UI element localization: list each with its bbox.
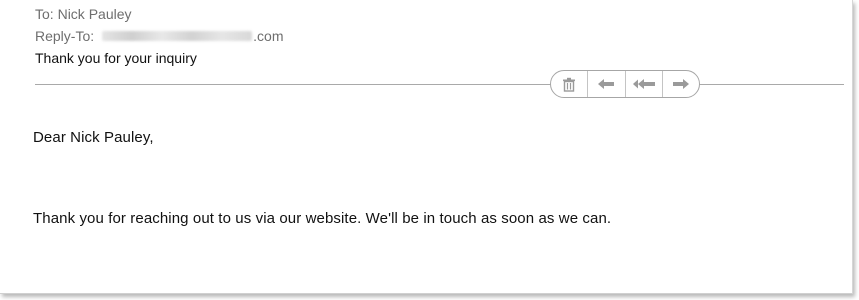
message-greeting: Dear Nick Pauley,	[33, 129, 154, 146]
header-divider	[35, 84, 844, 85]
to-label: To:	[35, 6, 54, 22]
delete-button[interactable]	[551, 71, 589, 97]
to-recipient[interactable]: Nick Pauley	[58, 6, 132, 22]
reply-all-button[interactable]	[626, 71, 663, 97]
forward-arrow-icon	[672, 79, 689, 89]
reply-all-arrow-icon	[632, 79, 655, 89]
email-message-view: To: Nick Pauley Reply-To: .com Thank you …	[0, 0, 853, 294]
reply-arrow-icon	[598, 79, 615, 89]
reply-to-domain: .com	[253, 28, 284, 44]
trash-icon	[563, 77, 576, 92]
message-actions-toolbar	[550, 70, 700, 98]
forward-button[interactable]	[663, 71, 699, 97]
reply-button[interactable]	[588, 71, 626, 97]
message-body: Thank you for reaching out to us via our…	[33, 210, 612, 227]
reply-to-label: Reply-To:	[35, 28, 95, 44]
email-subject: Thank you for your inquiry	[35, 50, 197, 66]
to-header-row: To: Nick Pauley	[35, 5, 132, 23]
reply-to-header-row: Reply-To: .com	[35, 27, 283, 45]
redacted-email-address	[102, 31, 253, 41]
